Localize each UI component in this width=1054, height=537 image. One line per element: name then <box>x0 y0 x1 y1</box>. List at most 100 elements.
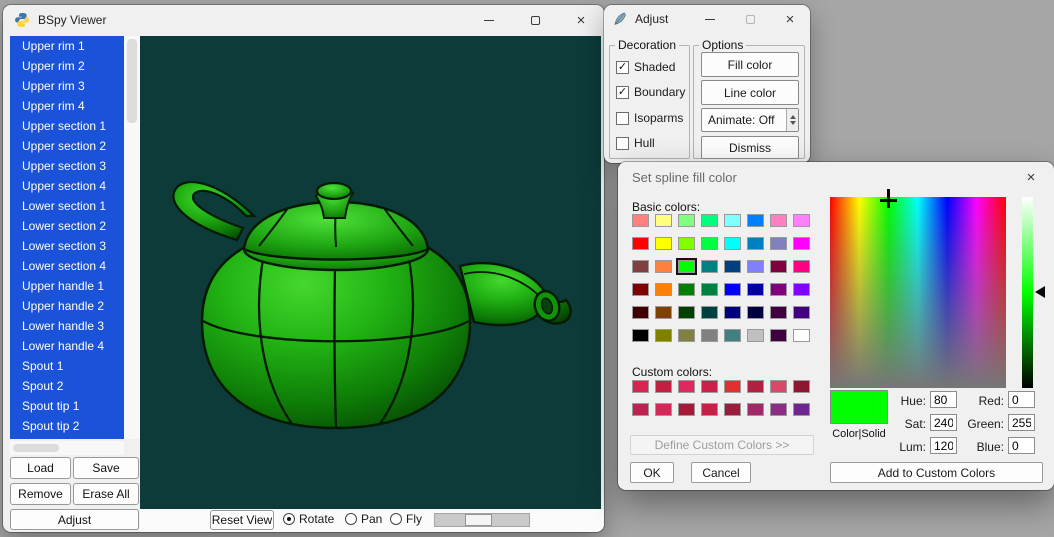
color-swatch[interactable] <box>655 283 672 296</box>
color-swatch[interactable] <box>724 260 741 273</box>
color-swatch[interactable] <box>701 380 718 393</box>
color-swatch[interactable] <box>724 380 741 393</box>
maximize-button[interactable] <box>512 5 558 35</box>
radio-circle[interactable] <box>345 513 357 525</box>
color-swatch[interactable] <box>632 237 649 250</box>
color-swatch[interactable] <box>678 283 695 296</box>
list-item[interactable]: Spout tip 2 <box>10 416 124 436</box>
sat-field[interactable] <box>930 414 957 431</box>
list-item[interactable]: Lower handle 3 <box>10 316 124 336</box>
surface-list[interactable]: Upper rim 1 Upper rim 2 Upper rim 3 Upper r… <box>10 36 124 439</box>
checkbox-shaded[interactable]: ✓ Shaded <box>616 60 675 74</box>
viewer-titlebar[interactable]: BSpy Viewer × <box>3 5 604 35</box>
color-swatch[interactable] <box>678 329 695 342</box>
radio-circle[interactable] <box>283 513 295 525</box>
list-item[interactable]: Lower handle 4 <box>10 336 124 356</box>
color-swatch[interactable] <box>724 214 741 227</box>
color-swatch[interactable] <box>655 380 672 393</box>
color-swatch[interactable] <box>632 214 649 227</box>
color-swatch[interactable] <box>724 306 741 319</box>
color-swatch[interactable] <box>793 403 810 416</box>
color-swatch[interactable] <box>770 283 787 296</box>
close-button[interactable]: × <box>770 5 810 33</box>
color-swatch[interactable] <box>724 403 741 416</box>
red-field[interactable] <box>1008 391 1035 408</box>
luminance-arrow-icon[interactable] <box>1035 286 1045 298</box>
color-swatch[interactable] <box>676 258 697 275</box>
color-swatch[interactable] <box>701 403 718 416</box>
slider-handle[interactable] <box>465 514 492 526</box>
color-swatch[interactable] <box>701 237 718 250</box>
color-swatch[interactable] <box>747 237 764 250</box>
color-swatch[interactable] <box>770 237 787 250</box>
color-swatch[interactable] <box>770 260 787 273</box>
adjust-button[interactable]: Adjust <box>10 509 139 530</box>
color-swatch[interactable] <box>655 403 672 416</box>
color-swatch[interactable] <box>724 237 741 250</box>
list-item[interactable]: Spout 2 <box>10 376 124 396</box>
radio-circle[interactable] <box>390 513 402 525</box>
list-item[interactable]: Upper section 3 <box>10 156 124 176</box>
hue-field[interactable] <box>930 391 957 408</box>
animate-button[interactable]: Animate: Off <box>701 108 799 132</box>
close-button[interactable]: × <box>1008 162 1054 192</box>
list-vertical-scrollbar[interactable] <box>124 36 140 439</box>
color-swatch[interactable] <box>701 260 718 273</box>
luminance-bar[interactable] <box>1022 197 1033 388</box>
list-item[interactable]: Spout 1 <box>10 356 124 376</box>
radio-fly[interactable]: Fly <box>390 512 422 526</box>
color-swatch[interactable] <box>793 283 810 296</box>
color-swatch[interactable] <box>701 329 718 342</box>
dialog-titlebar[interactable]: Set spline fill color × <box>618 162 1054 192</box>
color-swatch[interactable] <box>770 380 787 393</box>
viewport-canvas[interactable] <box>140 36 601 509</box>
checkbox-box[interactable] <box>616 111 629 125</box>
list-item[interactable]: Upper section 2 <box>10 136 124 156</box>
color-swatch[interactable] <box>793 329 810 342</box>
list-item[interactable]: Upper rim 3 <box>10 76 124 96</box>
checkbox-boundary[interactable]: ✓ Boundary <box>616 85 685 99</box>
list-item[interactable]: Lower section 2 <box>10 216 124 236</box>
hue-sat-marker[interactable] <box>880 199 897 202</box>
color-swatch[interactable] <box>701 283 718 296</box>
checkbox-box[interactable]: ✓ <box>616 60 629 74</box>
ok-button[interactable]: OK <box>630 462 674 483</box>
list-item[interactable]: Upper handle 1 <box>10 276 124 296</box>
animate-spinner[interactable] <box>786 109 798 131</box>
color-swatch[interactable] <box>770 214 787 227</box>
list-item[interactable]: Upper handle 2 <box>10 296 124 316</box>
line-color-button[interactable]: Line color <box>701 80 799 105</box>
color-swatch[interactable] <box>632 283 649 296</box>
list-horizontal-scrollbar[interactable] <box>10 441 124 455</box>
color-swatch[interactable] <box>724 329 741 342</box>
color-swatch[interactable] <box>747 329 764 342</box>
color-swatch[interactable] <box>747 403 764 416</box>
remove-button[interactable]: Remove <box>10 483 71 505</box>
color-swatch[interactable] <box>701 306 718 319</box>
color-swatch[interactable] <box>678 306 695 319</box>
load-button[interactable]: Load <box>10 457 71 479</box>
scrollbar-thumb[interactable] <box>127 39 137 123</box>
color-swatch[interactable] <box>793 237 810 250</box>
color-swatch[interactable] <box>747 214 764 227</box>
color-swatch[interactable] <box>701 214 718 227</box>
color-swatch[interactable] <box>793 260 810 273</box>
color-swatch[interactable] <box>678 403 695 416</box>
close-button[interactable]: × <box>558 5 604 35</box>
list-item[interactable]: Lower section 4 <box>10 256 124 276</box>
checkbox-isoparms[interactable]: Isoparms <box>616 111 683 125</box>
color-swatch[interactable] <box>632 306 649 319</box>
add-to-custom-colors-button[interactable]: Add to Custom Colors <box>830 462 1043 483</box>
color-swatch[interactable] <box>632 260 649 273</box>
lum-field[interactable] <box>930 437 957 454</box>
minimize-button[interactable] <box>690 5 730 33</box>
color-swatch[interactable] <box>770 329 787 342</box>
color-swatch[interactable] <box>655 329 672 342</box>
list-item[interactable]: Upper rim 2 <box>10 56 124 76</box>
color-swatch[interactable] <box>655 214 672 227</box>
color-swatch[interactable] <box>770 306 787 319</box>
adjust-titlebar[interactable]: Adjust × <box>604 5 810 33</box>
list-item[interactable]: Spout tip 1 <box>10 396 124 416</box>
radio-pan[interactable]: Pan <box>345 512 382 526</box>
color-swatch[interactable] <box>770 403 787 416</box>
